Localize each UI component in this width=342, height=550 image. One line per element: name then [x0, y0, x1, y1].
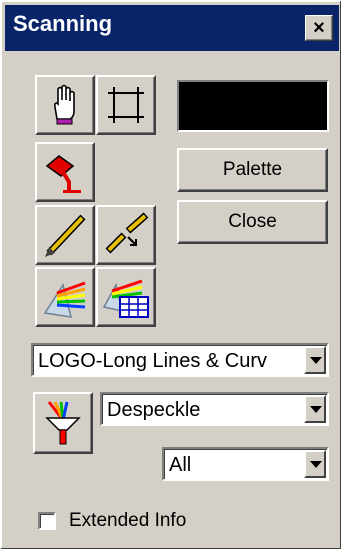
- hand-icon: [53, 84, 75, 125]
- funnel-filter-icon: [45, 401, 81, 445]
- filter-select[interactable]: Despeckle: [100, 392, 329, 426]
- window-title: Scanning: [13, 11, 113, 36]
- chevron-down-icon[interactable]: [304, 346, 326, 374]
- palette-button[interactable]: Palette: [177, 148, 328, 192]
- extended-info-checkbox[interactable]: [38, 512, 56, 530]
- paint-pour-tool-button[interactable]: [35, 142, 95, 202]
- close-icon: ×: [313, 17, 325, 39]
- color-swatch[interactable]: [177, 80, 329, 132]
- scope-select-value: All: [169, 454, 192, 476]
- title-bar[interactable]: Scanning ×: [5, 5, 339, 51]
- scanning-window: Scanning × Palette Close LOGO-Long Lines…: [0, 0, 342, 550]
- close-button[interactable]: Close: [177, 200, 328, 244]
- close-window-button[interactable]: ×: [305, 15, 333, 41]
- prism-icon: [43, 281, 86, 318]
- scope-select[interactable]: All: [162, 447, 329, 481]
- extended-info-label: Extended Info: [69, 510, 187, 531]
- filter-select-value: Despeckle: [107, 399, 201, 421]
- filter-tool-button[interactable]: [33, 392, 93, 454]
- prism-tool-button[interactable]: [35, 267, 95, 327]
- crop-frame-icon: [108, 87, 144, 123]
- pen-tool-button[interactable]: [35, 205, 95, 265]
- crop-tool-button[interactable]: [96, 75, 156, 135]
- chevron-down-icon[interactable]: [304, 450, 326, 478]
- prism-table-icon: [102, 279, 149, 318]
- prism-table-tool-button[interactable]: [96, 267, 156, 327]
- pen-icon: [45, 214, 86, 257]
- pen-arrow-icon: [105, 212, 149, 254]
- paint-pour-icon: [45, 155, 81, 193]
- mode-select-value: LOGO-Long Lines & Curv: [38, 350, 267, 372]
- chevron-down-icon[interactable]: [304, 395, 326, 423]
- pen-arrow-tool-button[interactable]: [96, 205, 156, 265]
- mode-select[interactable]: LOGO-Long Lines & Curv: [31, 343, 329, 377]
- hand-tool-button[interactable]: [35, 75, 95, 135]
